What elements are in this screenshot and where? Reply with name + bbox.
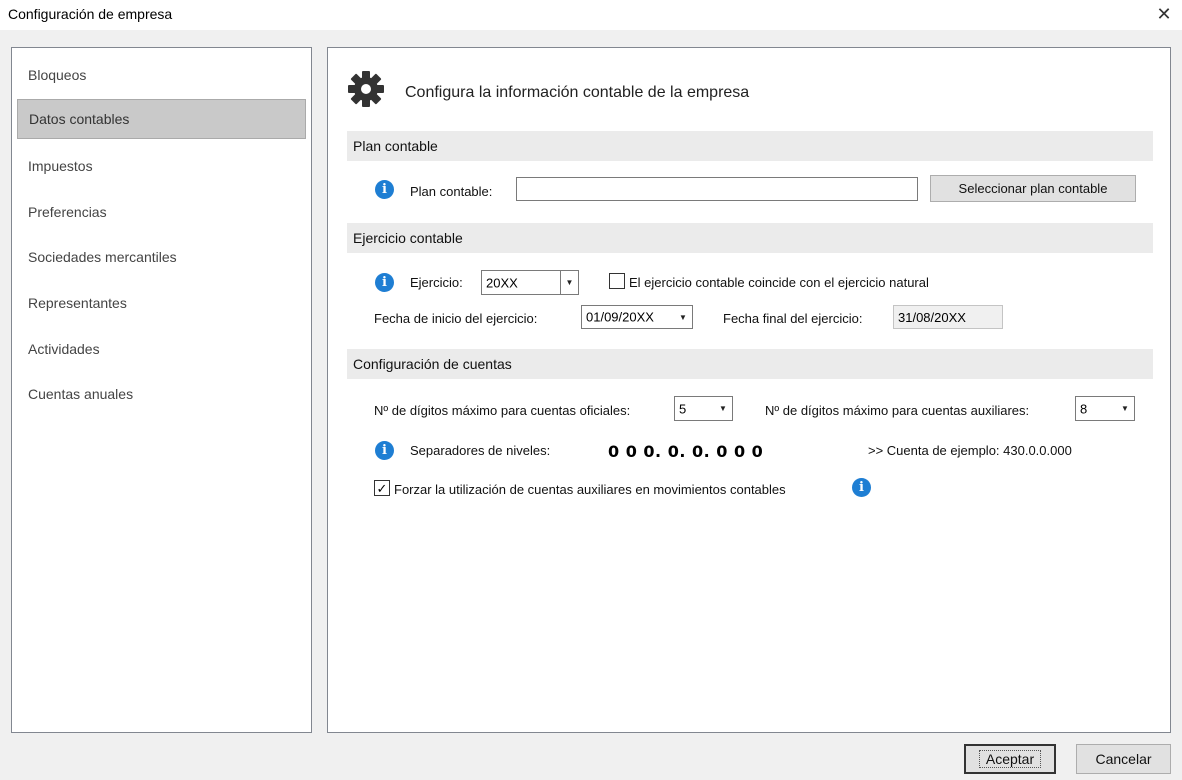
section-ejercicio-contable: Ejercicio contable [347,223,1153,253]
accept-button-label: Aceptar [978,750,1042,768]
info-icon[interactable]: i [375,441,394,460]
fecha-final-value: 31/08/20XX [893,305,1003,329]
digitos-oficiales-select[interactable]: 5 ▼ [674,396,733,421]
info-icon[interactable]: i [852,478,871,497]
plan-contable-input[interactable] [516,177,918,201]
sidebar-item-cuentas-anuales[interactable]: Cuentas anuales [17,374,306,414]
chevron-down-icon[interactable]: ▼ [1116,397,1134,420]
ejercicio-label: Ejercicio: [410,275,463,290]
digitos-auxiliares-select[interactable]: 8 ▼ [1075,396,1135,421]
plan-contable-label: Plan contable: [410,184,493,199]
chevron-down-icon[interactable]: ▼ [674,306,692,328]
fecha-inicio-value: 01/09/20XX [586,309,654,325]
chevron-down-icon[interactable]: ▼ [714,397,732,420]
select-plan-button[interactable]: Seleccionar plan contable [930,175,1136,202]
fecha-inicio-picker[interactable]: 01/09/20XX ▼ [581,305,693,329]
fecha-inicio-label: Fecha de inicio del ejercicio: [374,311,538,326]
info-icon[interactable]: i [375,180,394,199]
forzar-auxiliares-label: Forzar la utilización de cuentas auxilia… [394,482,786,497]
digitos-oficiales-label: Nº de dígitos máximo para cuentas oficia… [374,403,631,418]
info-icon[interactable]: i [375,273,394,292]
digitos-oficiales-value: 5 [679,401,687,416]
sidebar-item-sociedades-mercantiles[interactable]: Sociedades mercantiles [17,237,306,277]
accept-button[interactable]: Aceptar [964,744,1056,774]
sidebar-item-bloqueos[interactable]: Bloqueos [17,55,306,95]
main-panel: Configura la información contable de la … [327,47,1171,733]
gear-icon [348,71,384,107]
sidebar-item-representantes[interactable]: Representantes [17,283,306,323]
page-heading: Configura la información contable de la … [405,84,750,101]
ejercicio-natural-checkbox[interactable] [609,273,625,289]
sidebar-item-datos-contables[interactable]: Datos contables [17,99,306,139]
sidebar-item-actividades[interactable]: Actividades [17,329,306,369]
fecha-final-label: Fecha final del ejercicio: [723,311,863,326]
sidebar: Bloqueos Datos contables Impuestos Prefe… [11,47,312,733]
separadores-value[interactable]: 0 0 0. 0. 0. 0 0 0 [608,442,763,461]
section-configuracion-cuentas: Configuración de cuentas [347,349,1153,379]
close-icon[interactable]: ✕ [1152,2,1176,26]
chevron-down-icon[interactable]: ▼ [560,271,578,294]
cancel-button[interactable]: Cancelar [1076,744,1171,774]
cuenta-ejemplo: >> Cuenta de ejemplo: 430.0.0.000 [868,443,1072,458]
digitos-auxiliares-label: Nº de dígitos máximo para cuentas auxili… [765,403,1030,418]
digitos-auxiliares-value: 8 [1080,401,1088,416]
section-plan-contable: Plan contable [347,131,1153,161]
separadores-label: Separadores de niveles: [410,443,551,458]
ejercicio-natural-label: El ejercicio contable coincide con el ej… [629,275,929,290]
window-title: Configuración de empresa [8,6,173,22]
sidebar-item-impuestos[interactable]: Impuestos [17,146,306,186]
forzar-auxiliares-checkbox[interactable]: ✓ [374,480,390,496]
title-bar: Configuración de empresa ✕ [0,0,1182,30]
ejercicio-select[interactable]: 20XX ▼ [481,270,579,295]
sidebar-item-preferencias[interactable]: Preferencias [17,192,306,232]
ejercicio-value: 20XX [486,275,518,290]
